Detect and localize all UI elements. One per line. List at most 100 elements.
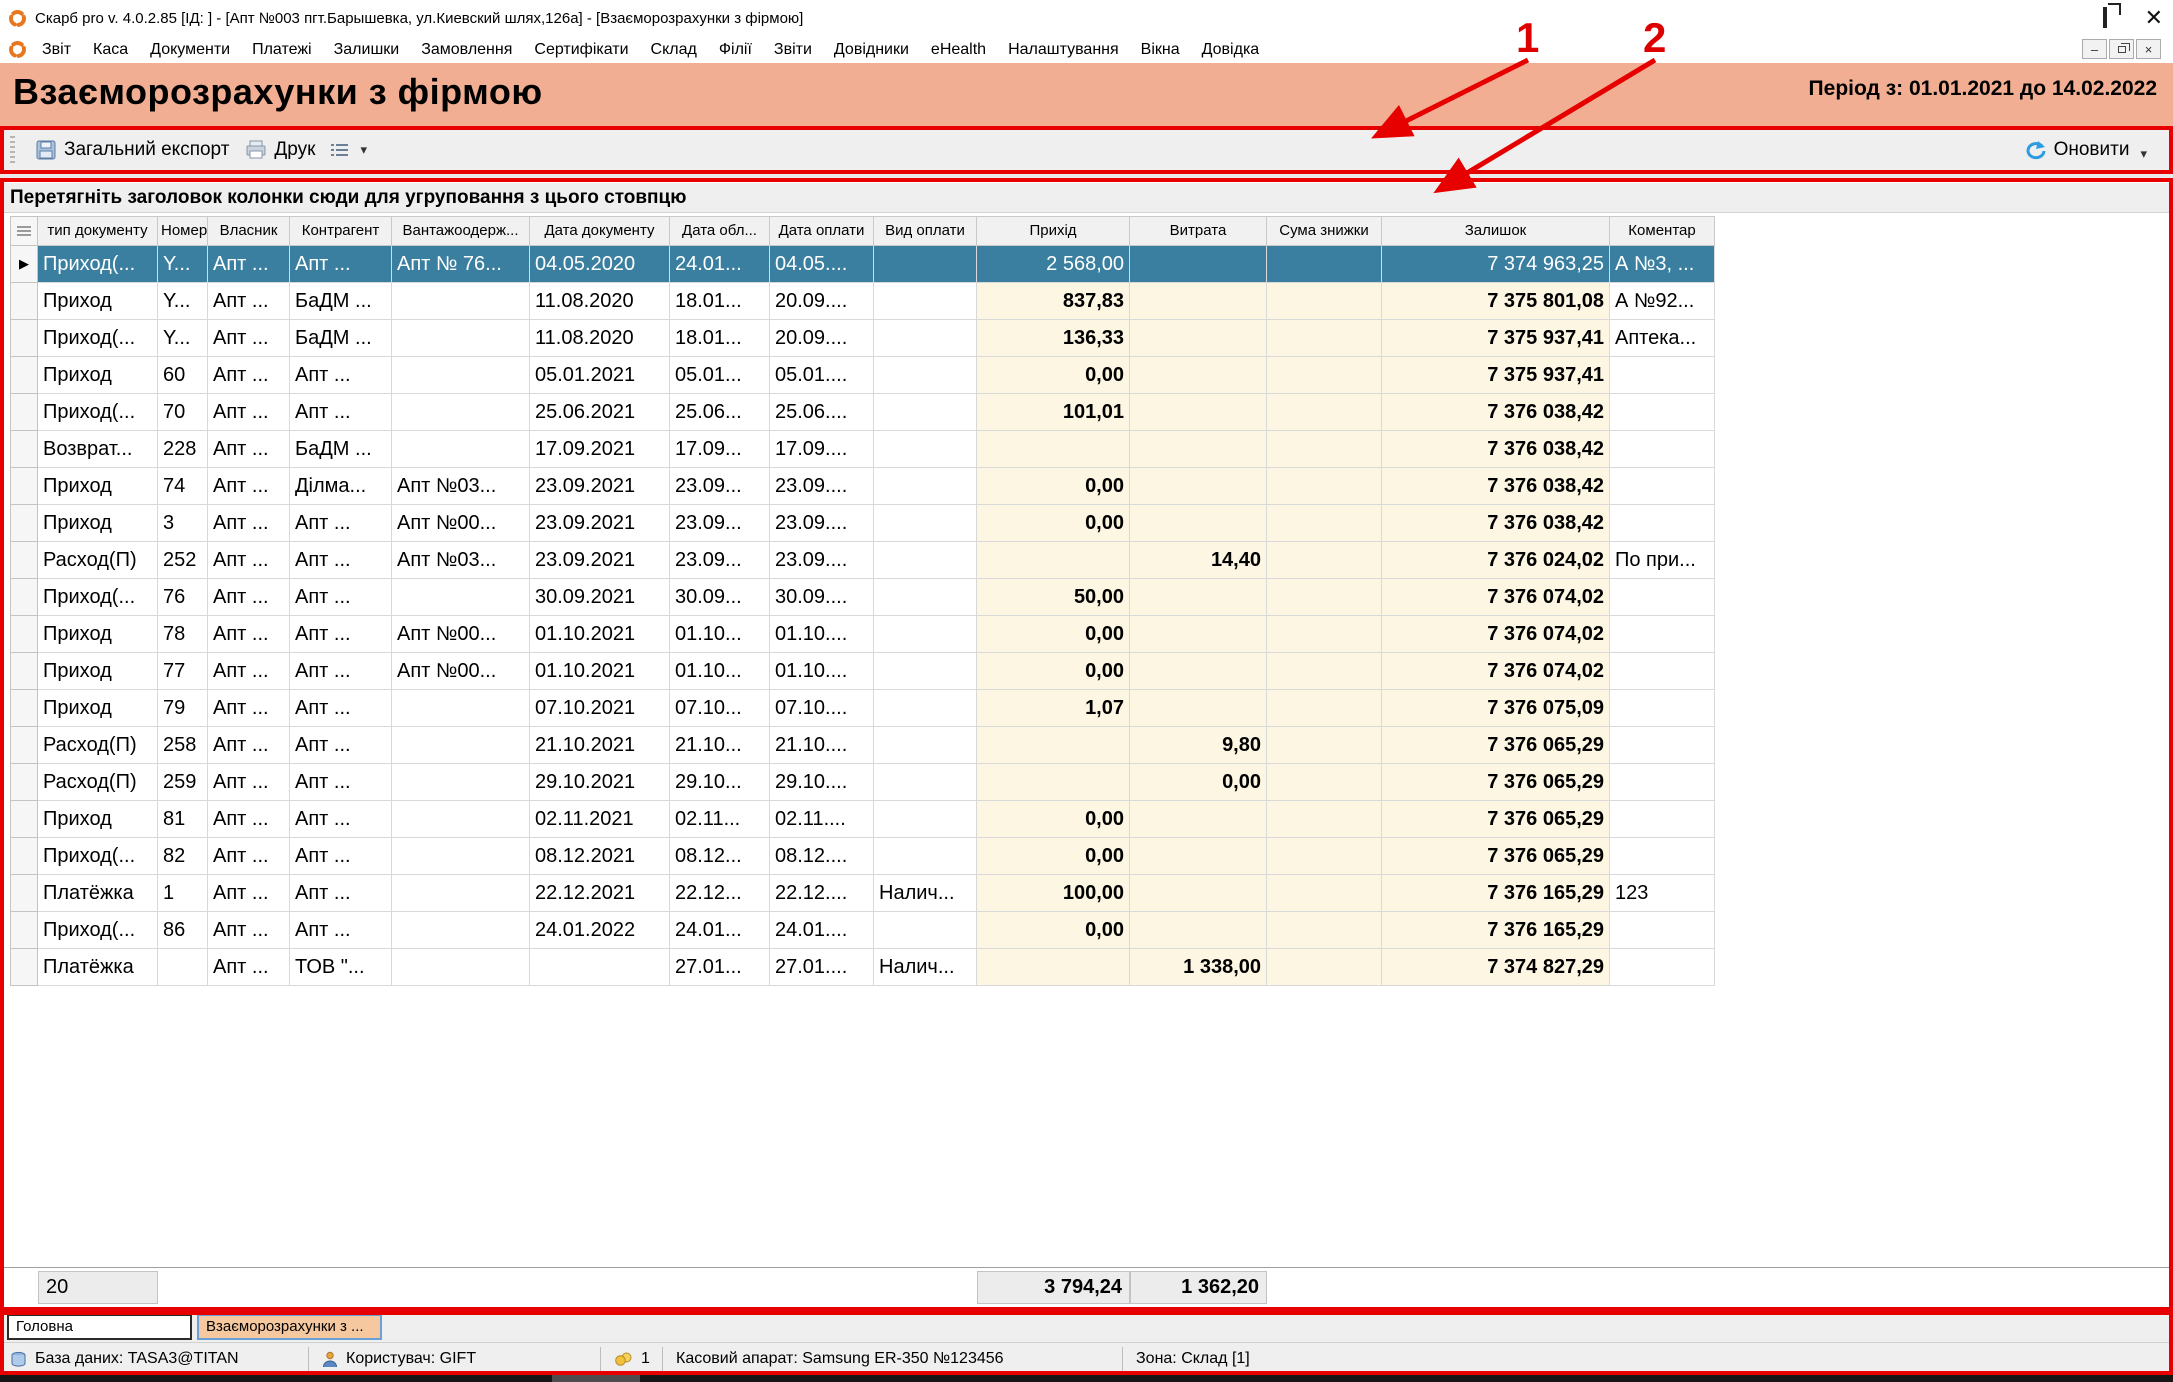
table-cell[interactable]: 30.09.2021 [530,579,670,616]
row-indicator[interactable] [10,357,38,394]
table-cell[interactable] [392,394,530,431]
table-cell[interactable]: Апт ... [208,394,290,431]
table-cell[interactable] [1267,431,1382,468]
tab-settlements[interactable]: Взаєморозрахунки з ... [197,1314,382,1340]
table-cell[interactable]: 30.09.... [770,579,874,616]
table-cell[interactable] [392,875,530,912]
table-cell[interactable]: БаДМ ... [290,431,392,468]
table-row[interactable]: Приход3Апт ...Апт ...Апт №00...23.09.202… [10,505,1715,542]
table-cell[interactable]: 17.09.2021 [530,431,670,468]
table-cell[interactable]: 22.12.2021 [530,875,670,912]
table-cell[interactable]: 01.10.... [770,653,874,690]
table-cell[interactable] [1130,801,1267,838]
column-header-7[interactable]: Дата оплати [770,216,874,246]
row-indicator[interactable] [10,468,38,505]
table-row[interactable]: Приход(...Y...Апт ...БаДМ ...11.08.20201… [10,320,1715,357]
table-cell[interactable] [874,394,977,431]
refresh-dropdown-arrow-icon[interactable]: ▾ [2140,146,2147,162]
row-indicator[interactable] [10,764,38,801]
menu-item-4[interactable]: Залишки [323,41,411,59]
column-header-11[interactable]: Сума знижки [1267,216,1382,246]
table-cell[interactable]: 7 376 165,29 [1382,912,1610,949]
table-cell[interactable]: Ділма... [290,468,392,505]
table-cell[interactable]: 7 375 937,41 [1382,357,1610,394]
table-cell[interactable]: 258 [158,727,208,764]
table-row[interactable]: Приход74Апт ...Ділма...Апт №03...23.09.2… [10,468,1715,505]
table-cell[interactable] [1267,912,1382,949]
table-cell[interactable]: 23.09... [670,542,770,579]
table-cell[interactable]: А №92... [1610,283,1715,320]
table-cell[interactable]: Апт ... [208,912,290,949]
table-cell[interactable] [1267,320,1382,357]
column-header-5[interactable]: Дата документу [530,216,670,246]
table-cell[interactable]: 70 [158,394,208,431]
table-cell[interactable]: Приход [38,690,158,727]
mdi-restore-button[interactable] [2109,39,2134,59]
table-cell[interactable]: 23.09.... [770,505,874,542]
table-cell[interactable]: 7 376 065,29 [1382,764,1610,801]
table-cell[interactable] [392,727,530,764]
table-row[interactable]: ПриходY...Апт ...БаДМ ...11.08.202018.01… [10,283,1715,320]
table-cell[interactable] [1267,653,1382,690]
menu-item-1[interactable]: Каса [82,41,139,59]
table-cell[interactable]: 22.12.... [770,875,874,912]
table-cell[interactable]: Апт ... [208,727,290,764]
table-cell[interactable]: 07.10.... [770,690,874,727]
table-cell[interactable]: Y... [158,320,208,357]
table-cell[interactable]: Апт ... [290,357,392,394]
table-cell[interactable] [977,542,1130,579]
table-cell[interactable]: 7 376 074,02 [1382,579,1610,616]
table-cell[interactable] [1610,801,1715,838]
table-cell[interactable] [1130,875,1267,912]
table-cell[interactable] [392,357,530,394]
table-cell[interactable]: Апт ... [208,690,290,727]
table-cell[interactable]: 101,01 [977,394,1130,431]
row-indicator[interactable] [10,394,38,431]
table-cell[interactable]: 100,00 [977,875,1130,912]
table-cell[interactable]: 7 374 963,25 [1382,246,1610,283]
table-cell[interactable]: Расход(П) [38,727,158,764]
table-cell[interactable]: Приход [38,505,158,542]
print-button[interactable]: Друк [237,135,323,165]
table-cell[interactable]: 24.01.2022 [530,912,670,949]
table-cell[interactable] [1267,875,1382,912]
table-cell[interactable] [1610,579,1715,616]
table-cell[interactable] [1610,727,1715,764]
table-cell[interactable]: 29.10.2021 [530,764,670,801]
table-cell[interactable] [392,283,530,320]
table-cell[interactable] [1130,912,1267,949]
table-cell[interactable]: 7 376 024,02 [1382,542,1610,579]
menu-item-0[interactable]: Звіт [31,41,82,59]
table-cell[interactable] [1267,690,1382,727]
table-cell[interactable]: А №3, ... [1610,246,1715,283]
menu-item-10[interactable]: Довідники [823,41,920,59]
table-cell[interactable]: Апт ... [290,579,392,616]
table-cell[interactable]: Платёжка [38,875,158,912]
table-cell[interactable]: Приход(... [38,579,158,616]
row-indicator[interactable] [10,505,38,542]
row-indicator[interactable] [10,320,38,357]
table-cell[interactable] [977,764,1130,801]
table-cell[interactable]: 0,00 [977,912,1130,949]
row-indicator[interactable] [10,616,38,653]
row-indicator[interactable] [10,801,38,838]
table-cell[interactable] [1610,764,1715,801]
table-row[interactable]: Приход(...86Апт ...Апт ...24.01.202224.0… [10,912,1715,949]
table-cell[interactable]: Апт ... [290,246,392,283]
toolbar-grip-handle[interactable] [10,136,15,164]
table-cell[interactable]: 7 375 937,41 [1382,320,1610,357]
table-row[interactable]: Расход(П)252Апт ...Апт ...Апт №03...23.0… [10,542,1715,579]
table-cell[interactable] [1130,357,1267,394]
group-by-panel[interactable]: Перетягніть заголовок колонки сюди для у… [0,183,2173,213]
table-cell[interactable]: 01.10... [670,616,770,653]
table-cell[interactable] [1610,912,1715,949]
table-cell[interactable]: 25.06.... [770,394,874,431]
table-cell[interactable] [1610,653,1715,690]
table-cell[interactable]: 82 [158,838,208,875]
table-row[interactable]: Приход81Апт ...Апт ...02.11.202102.11...… [10,801,1715,838]
table-cell[interactable]: 2 568,00 [977,246,1130,283]
menu-item-9[interactable]: Звіти [763,41,823,59]
table-cell[interactable] [977,431,1130,468]
table-cell[interactable] [874,690,977,727]
table-cell[interactable] [977,727,1130,764]
